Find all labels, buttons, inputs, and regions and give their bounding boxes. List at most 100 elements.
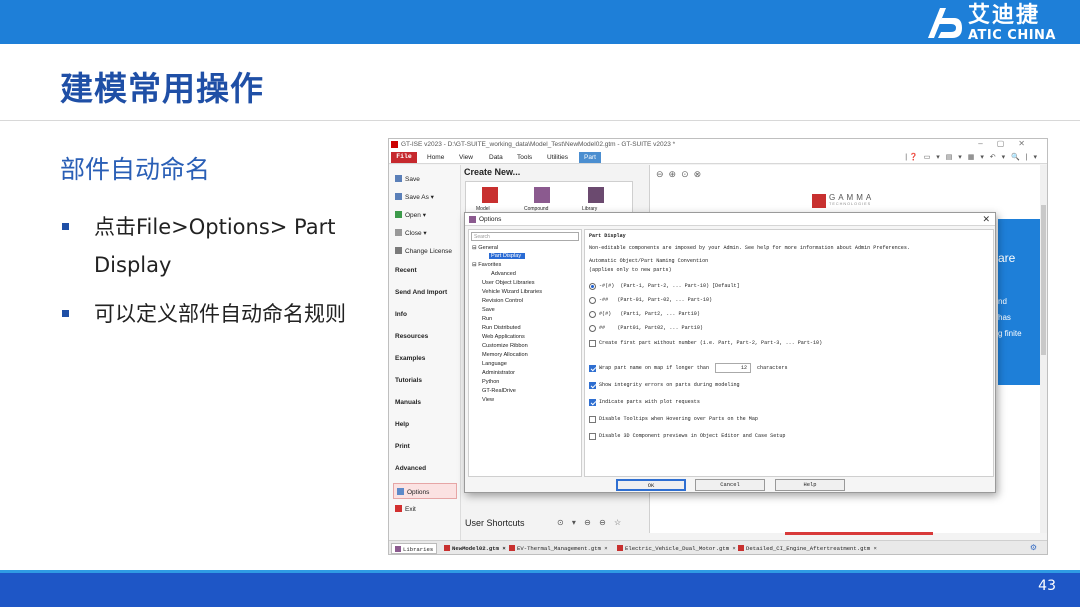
tree-run-distributed[interactable]: Run Distributed — [482, 325, 521, 331]
sidebar-print[interactable]: Print — [395, 443, 410, 450]
sidebar-change-license[interactable]: Change License — [395, 247, 452, 255]
bullet-item: 可以定义部件自动命名规则 — [62, 295, 352, 333]
tree-view[interactable]: View — [482, 397, 494, 403]
tab-ci-engine[interactable]: Detailed_CI_Engine_Aftertreatment.gtm × — [735, 543, 880, 554]
license-icon — [395, 247, 402, 254]
library-icon[interactable] — [588, 187, 604, 203]
vertical-scrollbar[interactable] — [1040, 165, 1047, 533]
naming-radio-3[interactable] — [589, 311, 596, 318]
menu-home[interactable]: Home — [427, 154, 444, 161]
tree-advanced[interactable]: Advanced — [491, 271, 516, 277]
naming-radio-4[interactable] — [589, 325, 596, 332]
dialog-close-icon[interactable]: ✕ — [982, 214, 990, 225]
slide-subtitle: 部件自动命名 — [60, 155, 211, 184]
wrap-length-input[interactable]: 12 — [715, 363, 751, 373]
cancel-button[interactable]: Cancel — [695, 479, 765, 491]
footer-accent-line — [0, 570, 1080, 573]
plot-requests-checkbox[interactable] — [589, 399, 596, 406]
close-icon — [395, 229, 402, 236]
sidebar-tutorials[interactable]: Tutorials — [395, 377, 422, 384]
disable-3d-checkbox[interactable] — [589, 433, 596, 440]
dialog-title: Options — [479, 216, 502, 223]
tab-ev-thermal[interactable]: EV-Thermal_Management.gtm × — [506, 543, 611, 554]
tree-part-display[interactable]: Part Display — [489, 253, 526, 259]
sidebar-examples[interactable]: Examples — [395, 355, 425, 362]
tree-vehicle-wizard[interactable]: Vehicle Wizard Libraries — [482, 289, 542, 295]
integrity-checkbox[interactable] — [589, 382, 596, 389]
open-icon — [395, 211, 402, 218]
tab-ev-dual-motor[interactable]: Electric_Vehicle_Dual_Motor.gtm × — [614, 543, 739, 554]
wrap-checkbox[interactable] — [589, 365, 596, 372]
first-part-label: Create first part without number (i.e. P… — [599, 340, 823, 346]
sidebar-exit[interactable]: Exit — [395, 505, 416, 513]
sidebar-options[interactable]: Options — [393, 483, 457, 499]
menu-part[interactable]: Part — [579, 152, 601, 163]
tree-python[interactable]: Python — [482, 379, 499, 385]
naming-title: Automatic Object/Part Naming Convention — [589, 258, 709, 264]
tree-favorites[interactable]: ⊟ Favorites — [472, 262, 501, 268]
tab-libraries[interactable]: Libraries — [391, 543, 438, 554]
menu-utilities[interactable]: Utilities — [547, 154, 568, 161]
help-button[interactable]: Help — [775, 479, 845, 491]
sidebar-info[interactable]: Info — [395, 311, 407, 318]
first-part-checkbox[interactable] — [589, 340, 596, 347]
shortcut-controls-icon[interactable]: ⊙ ▾ ⊖ ⊖ ☆ — [557, 518, 624, 527]
sidebar-recent[interactable]: Recent — [395, 267, 417, 274]
sidebar-send-import[interactable]: Send And Import — [395, 289, 447, 296]
tree-memory-allocation[interactable]: Memory Allocation — [482, 352, 528, 358]
naming-option-2[interactable]: -## (Part-01, Part-02, ... Part-10) — [599, 297, 712, 303]
sidebar-help[interactable]: Help — [395, 421, 409, 428]
footer-bar — [0, 570, 1080, 607]
sidebar-save[interactable]: Save — [395, 175, 420, 183]
atic-logo-icon — [927, 8, 962, 38]
naming-radio-1[interactable] — [589, 283, 596, 290]
tree-web-applications[interactable]: Web Applications — [482, 334, 525, 340]
sidebar-advanced[interactable]: Advanced — [395, 465, 426, 472]
browser-nav-icons[interactable]: ⊖⊕⊙⊗ — [656, 169, 706, 180]
tree-language[interactable]: Language — [482, 361, 507, 367]
slide: 艾迪捷 ATIC CHINA 建模常用操作 部件自动命名 点击File>Opti… — [0, 0, 1080, 607]
tree-general[interactable]: ⊟ General — [472, 245, 498, 251]
disable-tooltips-checkbox[interactable] — [589, 416, 596, 423]
tab-newmodel02[interactable]: NewModel02.gtm × — [441, 543, 509, 554]
tree-user-object-libraries[interactable]: User Object Libraries — [482, 280, 535, 286]
ok-button[interactable]: OK — [616, 479, 686, 491]
sidebar-close[interactable]: Close ▾ — [395, 229, 427, 237]
dialog-titlebar: Options ✕ — [465, 213, 995, 226]
create-new-heading: Create New... — [464, 167, 521, 177]
slide-title: 建模常用操作 — [60, 69, 264, 108]
tree-revision-control[interactable]: Revision Control — [482, 298, 523, 304]
window-controls[interactable]: –▢✕ — [978, 139, 1039, 148]
naming-option-1[interactable]: -#(#) (Part-1, Part-2, ... Part-10) [Def… — [599, 283, 740, 289]
sidebar-save-as[interactable]: Save As ▾ — [395, 193, 434, 201]
menu-view[interactable]: View — [459, 154, 473, 161]
company-logo: 艾迪捷 ATIC CHINA — [924, 4, 1056, 42]
naming-radio-2[interactable] — [589, 297, 596, 304]
sidebar-manuals[interactable]: Manuals — [395, 399, 421, 406]
menu-data[interactable]: Data — [489, 154, 503, 161]
quick-toolbar-icons[interactable]: |❓ ▭ ▾ ▤ ▾ ▦ ▾ ↶ ▾ 🔍 | ▾ — [905, 153, 1039, 161]
sidebar-open[interactable]: Open ▾ — [395, 211, 426, 219]
menu-file[interactable]: File — [391, 152, 417, 163]
naming-option-4[interactable]: ## (Part01, Part02, ... Part10) — [599, 325, 703, 331]
exit-icon — [395, 505, 402, 512]
title-divider — [0, 120, 1080, 121]
ribbon-menu: File Home View Data Tools Utilities Part… — [389, 151, 1047, 164]
model-icon[interactable] — [482, 187, 498, 203]
news-banner[interactable]: are nd has g finite — [998, 219, 1046, 385]
brand-name-cn: 艾迪捷 — [967, 2, 1040, 28]
scrollbar-thumb[interactable] — [1041, 205, 1046, 355]
menu-tools[interactable]: Tools — [517, 154, 532, 161]
naming-option-3[interactable]: #(#) (Part1, Part2, ... Part10) — [599, 311, 700, 317]
options-dialog-icon — [469, 216, 476, 223]
tree-customize-ribbon[interactable]: Customize Ribbon — [482, 343, 528, 349]
gamma-logo: GAMMA TECHNOLOGIES — [812, 193, 886, 209]
tree-gt-realdrive[interactable]: GT-RealDrive — [482, 388, 516, 394]
tree-administrator[interactable]: Administrator — [482, 370, 515, 376]
tree-run[interactable]: Run — [482, 316, 492, 322]
compound-icon[interactable] — [534, 187, 550, 203]
sidebar-resources[interactable]: Resources — [395, 333, 428, 340]
options-search-input[interactable]: Search — [471, 232, 579, 241]
status-settings-icon[interactable]: ⚙ — [1030, 543, 1037, 552]
tree-save[interactable]: Save — [482, 307, 495, 313]
